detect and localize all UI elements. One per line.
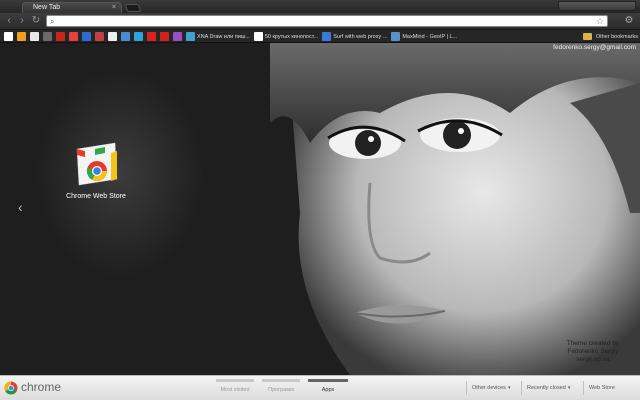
chevron-down-icon: ▾	[507, 385, 511, 391]
bookmark-favicon-icon	[173, 32, 182, 41]
previous-page-arrow-icon[interactable]: ‹	[18, 199, 23, 215]
section-bar	[262, 379, 300, 382]
bookmark-favicon-icon	[322, 32, 332, 41]
section-apps[interactable]: Apps	[308, 379, 348, 397]
chrome-web-store-icon	[76, 142, 118, 186]
recently-closed-label: Recently closed	[527, 385, 566, 391]
section-most-visited[interactable]: Most visited	[216, 379, 254, 397]
tab-title: New Tab	[33, 4, 61, 11]
bookmark-item[interactable]	[65, 32, 78, 41]
bookmark-label: MaxMind - GeoIP | L...	[402, 33, 458, 40]
ntp-footer: chrome Most visited Программ Apps Other …	[0, 375, 640, 400]
new-tab-button[interactable]	[124, 4, 142, 12]
bookmark-label: XNA Draw или пиш...	[197, 33, 250, 40]
theme-background-photo	[270, 43, 640, 375]
bookmark-item[interactable]: XNA Draw или пиш...	[182, 32, 250, 41]
folder-icon	[582, 33, 592, 40]
bookmark-item[interactable]	[91, 32, 104, 41]
bookmark-favicon-icon	[391, 32, 401, 41]
other-devices-menu[interactable]: Other devices ▾	[472, 385, 510, 391]
bookmark-item[interactable]: MaxMind - GeoIP | L...	[387, 32, 457, 41]
web-store-link[interactable]: Web Store	[589, 385, 615, 391]
bookmark-item[interactable]	[39, 32, 52, 41]
bookmark-label: Surf with web proxy ...	[333, 33, 388, 40]
bookmark-favicon-icon	[56, 32, 65, 41]
forward-button[interactable]: ›	[16, 15, 28, 27]
bookmark-favicon-icon	[147, 32, 156, 41]
section-programs[interactable]: Программ	[262, 379, 300, 397]
other-devices-label: Other devices	[472, 385, 506, 391]
bookmark-favicon-icon	[43, 32, 52, 41]
bookmark-favicon-icon	[69, 32, 78, 41]
toolbar: ‹ › ↻ ⌕ ☆ ⚙	[0, 13, 640, 30]
omnibox[interactable]: ⌕ ☆	[46, 15, 608, 27]
bookmark-star-icon[interactable]: ☆	[596, 16, 604, 27]
bookmark-favicon-icon	[95, 32, 104, 41]
chrome-wordmark: chrome	[21, 380, 62, 394]
divider	[521, 381, 522, 395]
chevron-down-icon: ▾	[567, 385, 571, 391]
new-tab-page: fedorenko.sergy@gmail.com Chrome Web Sto…	[0, 43, 640, 375]
bookmark-favicon-icon	[82, 32, 91, 41]
app-label: Chrome Web Store	[66, 193, 126, 200]
bookmark-list: XNA Draw или пиш... 50 крутых кинопост...…	[0, 30, 457, 43]
bookmark-favicon-icon	[17, 32, 26, 41]
reload-button[interactable]: ↻	[30, 15, 42, 27]
chrome-logo-icon	[4, 381, 18, 395]
app-chrome-web-store[interactable]: Chrome Web Store	[63, 139, 129, 209]
bookmark-item[interactable]	[78, 32, 91, 41]
bookmark-item[interactable]	[117, 32, 130, 41]
credit-line: Theme created by	[566, 340, 620, 347]
bookmark-item[interactable]	[0, 32, 13, 41]
bookmark-item[interactable]	[26, 32, 39, 41]
other-bookmarks-label: Other bookmarks	[595, 33, 638, 40]
window-controls[interactable]	[558, 1, 636, 11]
back-button[interactable]: ‹	[3, 15, 15, 27]
wrench-menu-icon[interactable]: ⚙	[622, 15, 636, 27]
bookmark-favicon-icon	[121, 32, 130, 41]
section-label: Apps	[321, 387, 335, 393]
divider	[583, 381, 584, 395]
bookmark-favicon-icon	[134, 32, 143, 41]
tab-close-icon[interactable]: ×	[112, 3, 116, 13]
divider	[466, 381, 467, 395]
bookmark-item[interactable]: Surf with web proxy ...	[318, 32, 387, 41]
bookmark-item[interactable]: 50 крутых кинопост...	[250, 32, 318, 41]
recently-closed-menu[interactable]: Recently closed ▾	[527, 385, 570, 391]
bookmark-item[interactable]	[130, 32, 143, 41]
theme-credit: Theme created by Fedorenko Sergiy sergij…	[548, 340, 638, 364]
section-bar	[216, 379, 254, 382]
search-icon: ⌕	[50, 17, 55, 26]
section-label: Программ	[268, 387, 294, 393]
credit-author: Fedorenko Sergiy	[567, 348, 619, 355]
address-input[interactable]	[61, 17, 581, 26]
bookmark-item[interactable]	[52, 32, 65, 41]
credit-site[interactable]: sergij.pp.ua	[548, 356, 638, 364]
bookmark-favicon-icon	[253, 32, 263, 41]
bookmark-favicon-icon	[160, 32, 169, 41]
other-bookmarks-button[interactable]: Other bookmarks	[582, 30, 638, 43]
bookmark-item[interactable]	[156, 32, 169, 41]
bookmark-item[interactable]	[169, 32, 182, 41]
tab-new-tab[interactable]: New Tab ×	[22, 2, 122, 13]
bookmark-item[interactable]	[13, 32, 26, 41]
bookmark-item[interactable]	[143, 32, 156, 41]
bookmark-label: 50 крутых кинопост...	[264, 33, 319, 40]
bookmarks-bar: XNA Draw или пиш... 50 крутых кинопост...…	[0, 30, 640, 43]
bookmark-favicon-icon	[30, 32, 39, 41]
bookmark-favicon-icon	[186, 32, 195, 41]
bookmark-item[interactable]	[104, 32, 117, 41]
section-bar	[308, 379, 348, 382]
bookmark-favicon-icon	[4, 32, 13, 41]
tab-strip: New Tab ×	[0, 0, 640, 13]
section-label: Most visited	[220, 387, 250, 393]
user-email[interactable]: fedorenko.sergy@gmail.com	[553, 44, 636, 51]
bookmark-favicon-icon	[108, 32, 117, 41]
